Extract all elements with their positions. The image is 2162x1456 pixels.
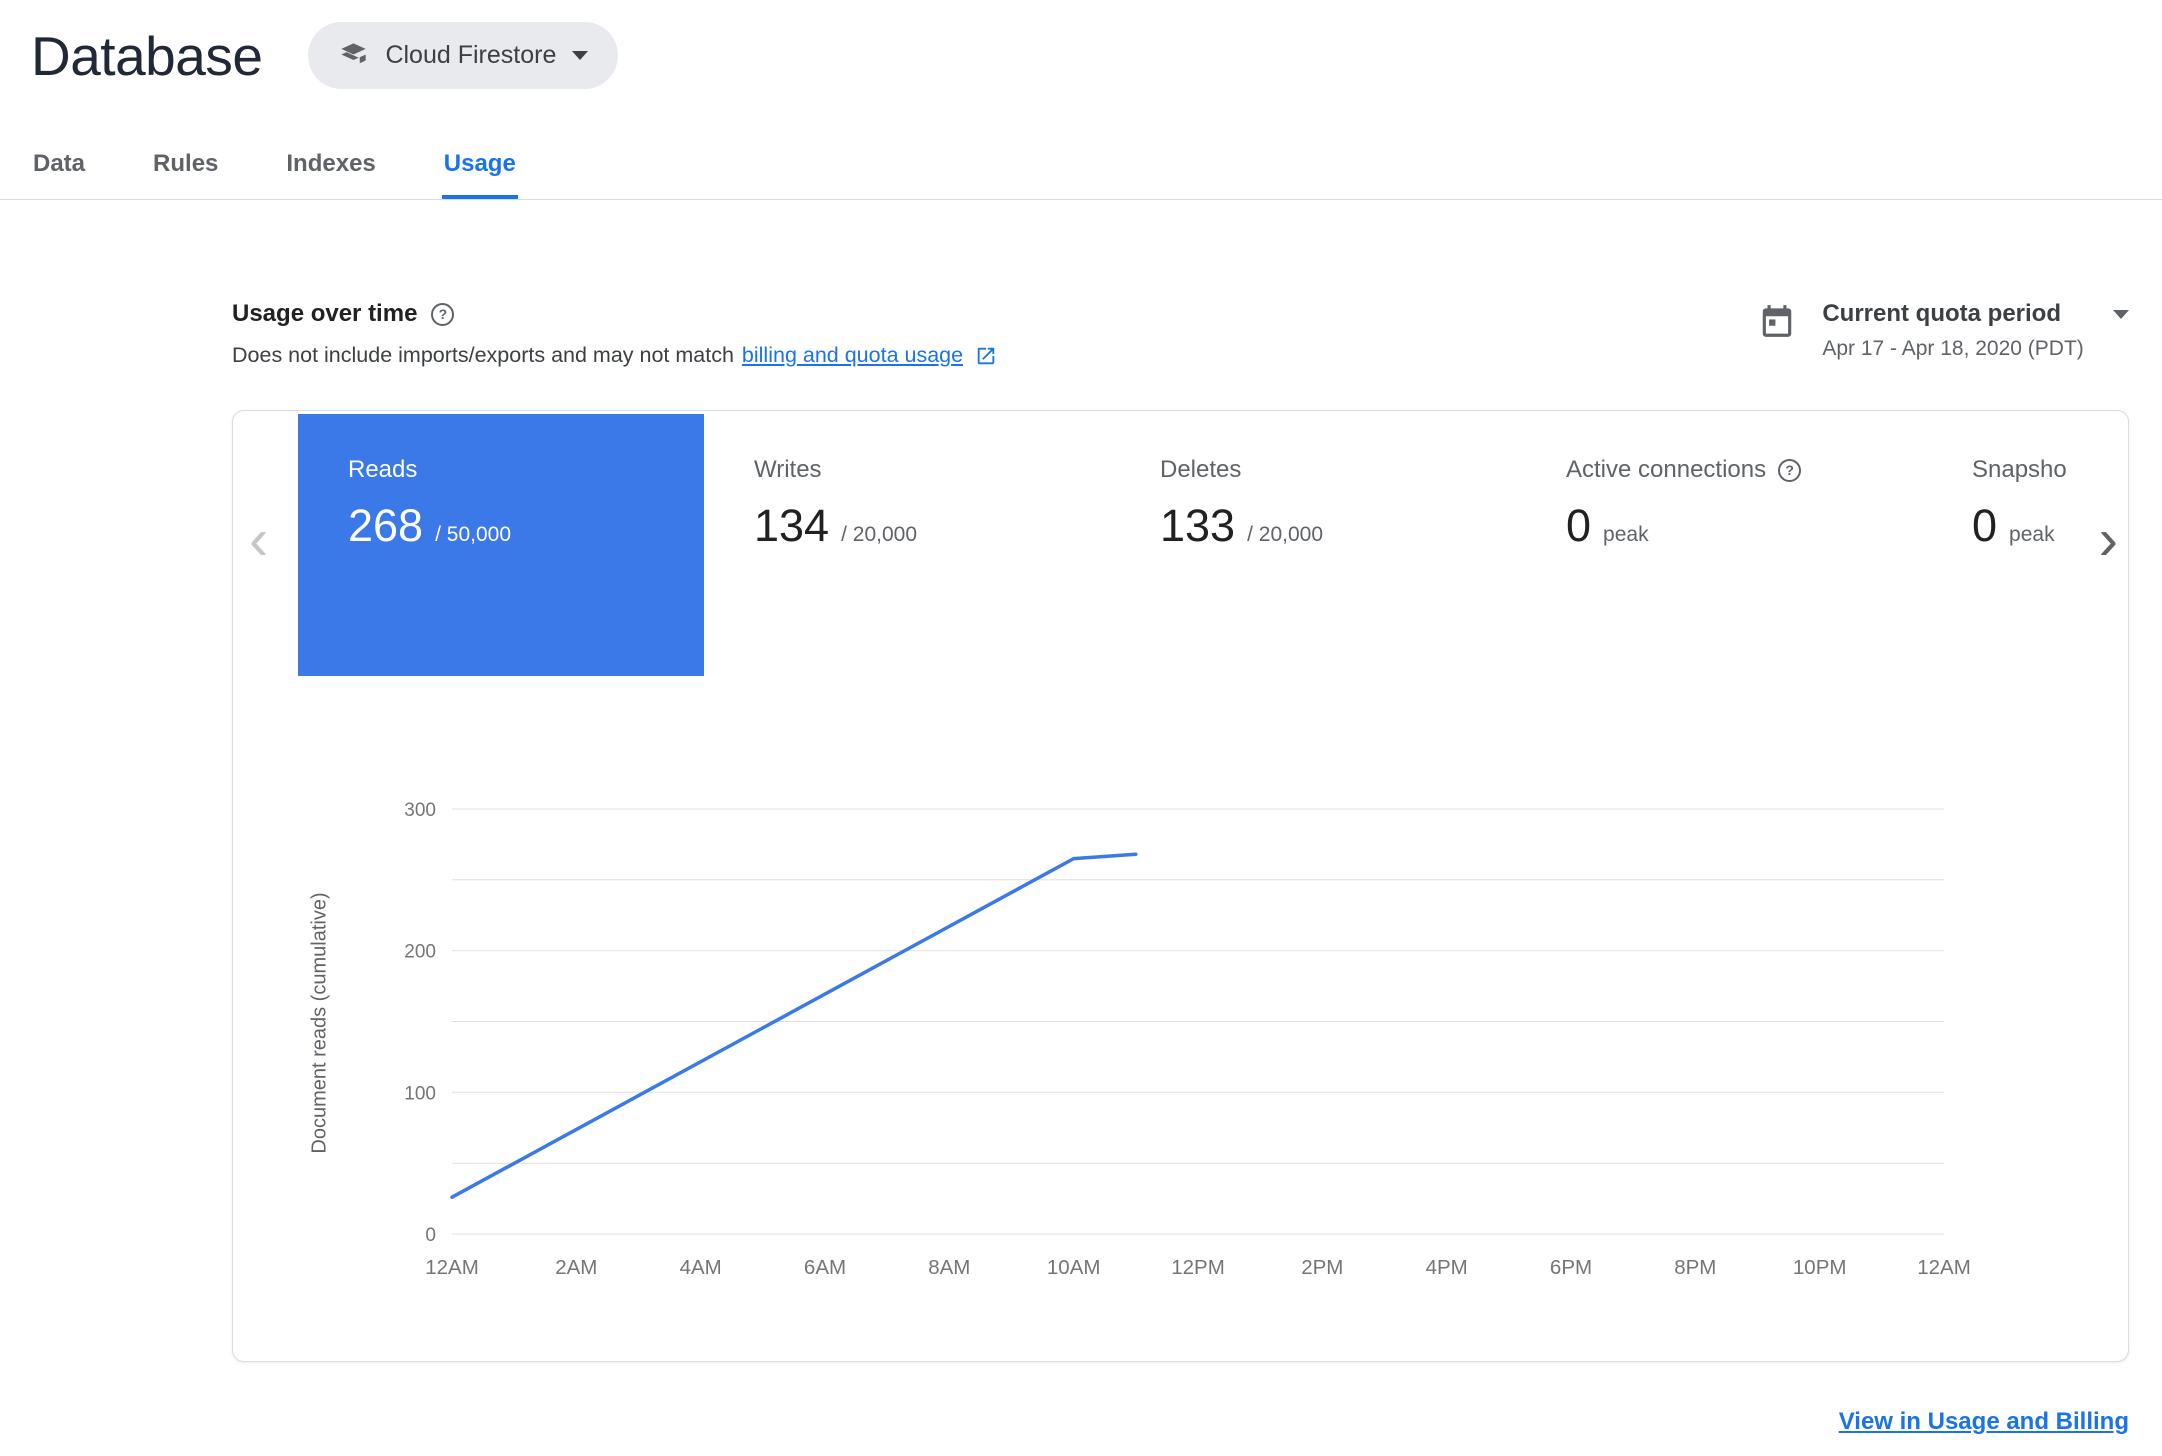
metric-label: Writes xyxy=(754,456,822,483)
usage-chart: 0 100 200 300 12AM 2AM 4AM 6AM 8AM 10AM 12PM 2PM 4PM… xyxy=(404,800,1971,1279)
metric-label: Active connections xyxy=(1566,456,1767,483)
x-tick-label: 4PM xyxy=(1426,1256,1468,1279)
x-tick-label: 12AM xyxy=(425,1256,479,1279)
tab-usage[interactable]: Usage xyxy=(441,150,518,199)
y-tick-label: 0 xyxy=(425,1225,436,1246)
tab-indexes[interactable]: Indexes xyxy=(284,150,377,199)
metric-value: 268 xyxy=(348,500,424,551)
billing-quota-link[interactable]: billing and quota usage xyxy=(742,343,963,368)
chart-y-axis-label: Document reads (cumulative) xyxy=(308,892,331,1154)
firestore-icon xyxy=(338,40,369,71)
metric-value: 0 xyxy=(1566,500,1592,551)
section-title: Usage over time xyxy=(232,300,418,327)
tab-data[interactable]: Data xyxy=(31,150,87,199)
usage-subtitle: Does not include imports/exports and may… xyxy=(232,343,997,368)
usage-section-header: Usage over time ? Does not include impor… xyxy=(232,300,2129,368)
x-tick-label: 6AM xyxy=(804,1256,846,1279)
help-icon[interactable]: ? xyxy=(431,302,455,326)
x-tick-label: 8AM xyxy=(928,1256,970,1279)
view-usage-billing-link[interactable]: View in Usage and Billing xyxy=(1839,1408,2129,1436)
x-tick-label: 12PM xyxy=(1171,1256,1225,1279)
database-selector-label: Cloud Firestore xyxy=(385,41,557,69)
x-tick-label: 10PM xyxy=(1793,1256,1847,1279)
metric-suffix: / 50,000 xyxy=(435,523,511,546)
calendar-icon xyxy=(1758,302,1796,345)
x-tick-label: 6PM xyxy=(1550,1256,1592,1279)
quota-period-label: Current quota period xyxy=(1822,300,2061,327)
tab-bar: Data Rules Indexes Usage xyxy=(0,150,2162,200)
external-link-icon[interactable] xyxy=(975,345,997,367)
database-selector[interactable]: Cloud Firestore xyxy=(308,22,619,89)
metric-suffix: peak xyxy=(2009,523,2055,546)
x-tick-label: 4AM xyxy=(680,1256,722,1279)
page-header: Database Cloud Firestore xyxy=(31,22,619,89)
help-icon[interactable]: ? xyxy=(1778,458,1802,482)
quota-period-range: Apr 17 - Apr 18, 2020 (PDT) xyxy=(1822,337,2084,360)
metric-label: Reads xyxy=(348,456,418,483)
metric-suffix: / 20,000 xyxy=(1247,523,1323,546)
metric-label: Deletes xyxy=(1160,456,1242,483)
x-tick-label: 2PM xyxy=(1301,1256,1343,1279)
metric-suffix: / 20,000 xyxy=(841,523,917,546)
y-tick-label: 200 xyxy=(404,942,436,963)
tab-rules[interactable]: Rules xyxy=(151,150,220,199)
metric-tile-active-connections[interactable]: Active connections? 0 peak xyxy=(1516,414,1922,676)
carousel-prev-button[interactable]: ‹ xyxy=(249,511,268,569)
carousel-next-button[interactable]: › xyxy=(2099,511,2118,569)
quota-period-selector[interactable]: Current quota period Apr 17 - Apr 18, 20… xyxy=(1758,300,2129,361)
usage-card: ‹ Reads 268/ 50,000 Writes 134/ 20,000 Delet… xyxy=(232,410,2129,1362)
metric-suffix: peak xyxy=(1603,523,1649,546)
metric-tile-writes[interactable]: Writes 134 / 20,000 xyxy=(704,414,1110,676)
x-tick-label: 12AM xyxy=(1917,1256,1971,1279)
page-title: Database xyxy=(31,24,263,87)
subtitle-text: Does not include imports/exports and may… xyxy=(232,343,734,367)
metric-tile-deletes[interactable]: Deletes 133 / 20,000 xyxy=(1110,414,1516,676)
x-tick-label: 8PM xyxy=(1674,1256,1716,1279)
usage-title-block: Usage over time ? Does not include impor… xyxy=(232,300,997,368)
metric-value: 134 xyxy=(754,500,830,551)
y-tick-label: 100 xyxy=(404,1083,436,1104)
usage-line xyxy=(450,852,1138,1199)
chevron-down-icon xyxy=(2113,309,2129,319)
metric-value: 0 xyxy=(1972,500,1998,551)
metric-value: 133 xyxy=(1160,500,1236,551)
x-tick-label: 10AM xyxy=(1047,1256,1101,1279)
chevron-down-icon xyxy=(572,51,589,60)
x-tick-label: 2AM xyxy=(555,1256,597,1279)
firestore-usage-page: Database Cloud Firestore Data Rules Indexe… xyxy=(0,0,2162,1456)
y-tick-label: 300 xyxy=(404,800,436,821)
metric-label: Snapsho xyxy=(1972,456,2067,483)
metric-tile-reads[interactable]: Reads 268 / 50,000 xyxy=(298,414,704,676)
